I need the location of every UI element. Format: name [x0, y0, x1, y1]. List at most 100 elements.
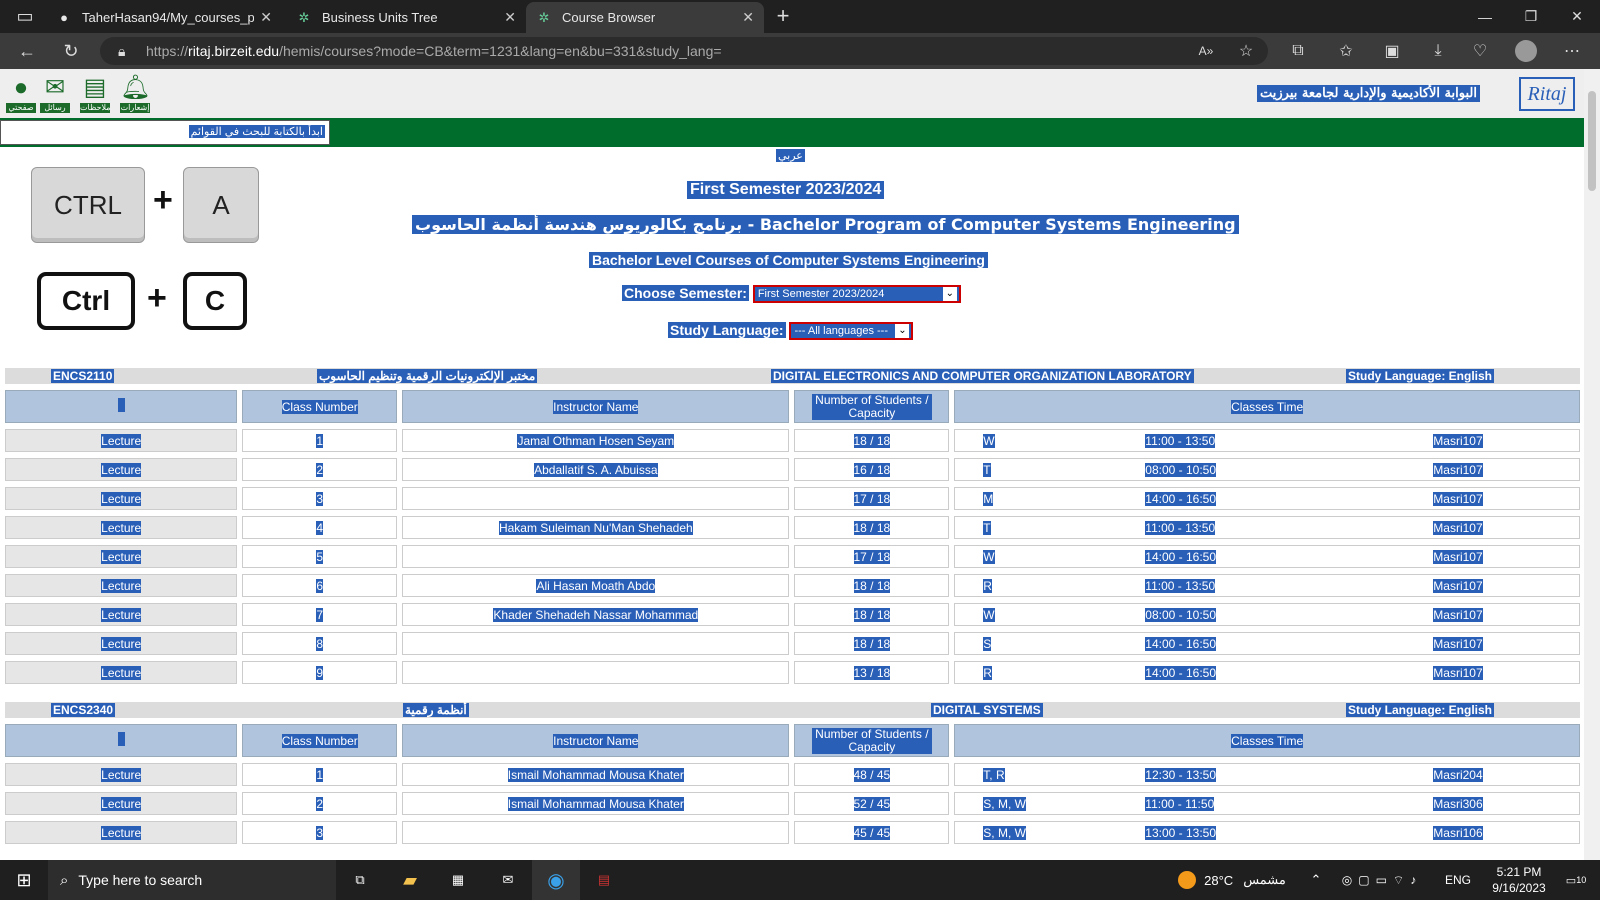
mail-app-icon[interactable]: ✉: [484, 860, 532, 900]
class-number-cell: 7: [242, 603, 398, 626]
store-icon[interactable]: ▦: [434, 860, 482, 900]
class-number: 2: [316, 796, 324, 811]
clock-date: 9/16/2023: [1492, 881, 1546, 895]
class-number-cell: 1: [242, 763, 398, 786]
page-scrollbar[interactable]: [1584, 69, 1600, 860]
key-label: C: [204, 285, 226, 316]
semester-select[interactable]: First Semester 2023/2024 ⌄: [752, 285, 961, 304]
study-language-select[interactable]: --- All languages --- ⌄: [789, 322, 914, 341]
class-room: Masri107: [1433, 637, 1483, 651]
scrollbar-thumb[interactable]: [1588, 91, 1596, 191]
header-label: [117, 398, 125, 412]
close-tab-icon[interactable]: ✕: [742, 9, 754, 26]
notification-center-icon[interactable]: ▭ 10: [1556, 860, 1596, 900]
search-placeholder: ابدأ بالكتابة للبحث في القوائم: [188, 125, 325, 138]
class-days: S, M, W: [983, 826, 1026, 840]
edge-browser-icon[interactable]: ◉: [532, 860, 580, 900]
minimize-icon[interactable]: —: [1462, 0, 1508, 33]
language-indicator[interactable]: ENG: [1438, 860, 1478, 900]
weather-widget[interactable]: 28°C مشمس: [1172, 860, 1292, 900]
notes-button[interactable]: ▤ ملاحظات: [80, 74, 111, 113]
notifications-button[interactable]: 🔔︎ إشعارات: [120, 75, 150, 113]
windows-start-icon[interactable]: ⊞: [0, 860, 48, 900]
new-tab-icon[interactable]: +: [770, 3, 796, 28]
icon-label: رسائل: [40, 103, 70, 113]
class-days: T: [983, 463, 991, 477]
file-explorer-icon[interactable]: ▰: [386, 860, 434, 900]
tab-actions-icon[interactable]: ▭: [12, 4, 38, 28]
section-type-cell: Lecture: [5, 429, 238, 452]
download-icon[interactable]: ⤓: [1426, 39, 1450, 63]
students-capacity-cell: 13 / 18: [794, 661, 950, 684]
class-number: 1: [316, 767, 324, 782]
class-number: 7: [316, 607, 324, 622]
menu-search-input[interactable]: ابدأ بالكتابة للبحث في القوائم: [0, 120, 330, 145]
messages-button[interactable]: ✉ رسائل: [40, 75, 70, 113]
taskbar-search-box[interactable]: ⌕ Type here to search: [48, 860, 336, 900]
table-row: Lecture 6 Ali Hasan Moath Abdo 18 / 18 R 11:0…: [5, 574, 1580, 597]
header-label: [117, 732, 125, 746]
url-path: /hemis/courses?mode=CB&term=1231&lang=en…: [279, 43, 722, 59]
class-number: 1: [316, 433, 324, 448]
instructor-name-cell: [402, 661, 790, 684]
more-menu-icon[interactable]: ⋯: [1560, 39, 1584, 63]
tab-github[interactable]: ● TaherHasan94/My_courses_proje ✕: [46, 2, 282, 33]
class-room: Masri107: [1433, 521, 1483, 535]
table-row: Lecture 3 45 / 45 S, M, W 13:00 - 13:50 Masri…: [5, 821, 1580, 844]
close-tab-icon[interactable]: ✕: [260, 9, 272, 26]
classes-time-cell: W 08:00 - 10:50 Masri107: [954, 603, 1580, 626]
tab-course-browser[interactable]: ✲ Course Browser ✕: [526, 2, 764, 33]
classes-time-cell: W 14:00 - 16:50 Masri107: [954, 545, 1580, 568]
back-icon[interactable]: ←: [14, 39, 40, 63]
clock[interactable]: 5:21 PM 9/16/2023: [1484, 860, 1554, 900]
class-days: T: [983, 521, 991, 535]
class-room: Masri306: [1433, 797, 1483, 811]
profile-avatar-icon[interactable]: [1514, 39, 1538, 63]
table-row: Lecture 1 Jamal Othman Hosen Seyam 18 / 18 W…: [5, 429, 1580, 452]
classes-time-cell: T, R 12:30 - 13:50 Masri204: [954, 763, 1580, 786]
read-aloud-icon[interactable]: A»: [1194, 39, 1218, 63]
column-header-instructor: Instructor Name: [402, 390, 790, 423]
instructor-name-cell: Hakam Suleiman Nu'Man Shehadeh: [402, 516, 790, 539]
extensions-icon[interactable]: ⧉: [1286, 39, 1310, 63]
winrar-icon[interactable]: ▤: [580, 860, 628, 900]
favorites-icon[interactable]: ✩: [1334, 39, 1358, 63]
class-number-cell: 6: [242, 574, 398, 597]
class-number: 2: [316, 462, 324, 477]
arabic-language-link[interactable]: عربي: [776, 149, 805, 162]
instructor-name: Hakam Suleiman Nu'Man Shehadeh: [498, 520, 693, 535]
class-number: 4: [316, 520, 324, 535]
birzeit-icon: ✲: [538, 9, 550, 25]
class-room: Masri107: [1433, 550, 1483, 564]
key-label: A: [212, 189, 230, 220]
news-icon: ▤: [83, 74, 107, 101]
sun-icon: [1178, 871, 1197, 889]
performance-icon[interactable]: ♡: [1468, 39, 1492, 63]
course-arabic-name: مختبر الإلكترونيات الرقمية وتنظيم الحاسو…: [317, 369, 538, 383]
bell-icon: 🔔︎: [120, 74, 151, 101]
favorite-star-icon[interactable]: ☆: [1234, 39, 1258, 63]
collections-icon[interactable]: ▣: [1380, 39, 1404, 63]
reload-icon[interactable]: ↻: [58, 39, 84, 63]
classes-time-cell: S 14:00 - 16:50 Masri107: [954, 632, 1580, 655]
instructor-name-cell: [402, 487, 790, 510]
class-days: M: [983, 492, 994, 506]
url-field[interactable]: 🔒︎ https://ritaj.birzeit.edu/hemis/cours…: [100, 37, 1268, 65]
close-tab-icon[interactable]: ✕: [504, 9, 516, 26]
semester-title: First Semester 2023/2024: [687, 181, 885, 199]
close-window-icon[interactable]: ✕: [1554, 0, 1600, 33]
weather-text: مشمس: [1243, 872, 1286, 887]
students-capacity-cell: 48 / 45: [794, 763, 950, 786]
classes-time-cell: R 14:00 - 16:50 Masri107: [954, 661, 1580, 684]
class-time: 14:00 - 16:50: [1145, 637, 1217, 651]
instructor-name: Khader Shehadeh Nassar Mohammad: [493, 607, 699, 622]
tray-chevron-icon[interactable]: ⌃: [1306, 860, 1326, 900]
students-capacity: 18 / 18: [853, 636, 891, 651]
restore-icon[interactable]: ❐: [1508, 0, 1554, 33]
choose-semester-label: Choose Semester:: [622, 285, 749, 301]
task-view-icon[interactable]: ⧉: [336, 860, 384, 900]
windows-taskbar: ⊞ ⌕ Type here to search ⧉ ▰ ▦ ✉ ◉ ▤ 28°C…: [0, 860, 1600, 900]
class-room: Masri204: [1433, 768, 1483, 782]
tab-business-units[interactable]: ✲ Business Units Tree ✕: [286, 2, 526, 33]
my-page-button[interactable]: ● صفحتي: [6, 75, 36, 113]
